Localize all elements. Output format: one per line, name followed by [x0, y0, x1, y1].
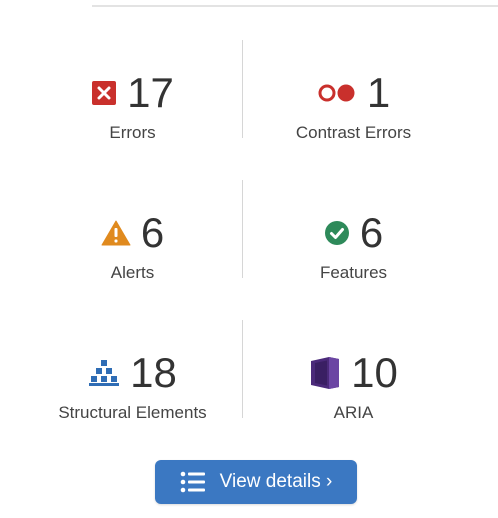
structure-row: 18	[88, 347, 177, 399]
summary-grid: 17 Errors 1 Contrast Errors 6 Alerts 6 F…	[22, 38, 464, 458]
summary-features[interactable]: 6 Features	[243, 178, 464, 318]
contrast-label: Contrast Errors	[295, 123, 412, 142]
alerts-label: Alerts	[110, 263, 155, 282]
aria-icon	[309, 356, 341, 390]
structure-label: Structural Elements	[58, 403, 207, 422]
summary-errors[interactable]: 17 Errors	[22, 38, 243, 178]
view-details-label: View details ›	[219, 471, 333, 492]
summary-contrast-errors[interactable]: 1 Contrast Errors	[243, 38, 464, 178]
features-label: Features	[319, 263, 388, 282]
error-icon	[91, 80, 117, 106]
summary-alerts[interactable]: 6 Alerts	[22, 178, 243, 318]
feature-icon	[324, 220, 350, 246]
aria-count: 10	[351, 349, 398, 396]
aria-row: 10	[309, 347, 398, 399]
top-divider	[92, 5, 498, 7]
structure-count: 18	[130, 349, 177, 396]
errors-count: 17	[127, 69, 174, 116]
structure-icon	[88, 359, 120, 387]
alerts-count: 6	[140, 209, 165, 256]
aria-label: ARIA	[333, 403, 374, 422]
summary-aria[interactable]: 10 ARIA	[243, 318, 464, 458]
contrast-count: 1	[366, 69, 391, 116]
alert-icon	[101, 220, 131, 246]
summary-structural-elements[interactable]: 18 Structural Elements	[22, 318, 243, 458]
alerts-row: 6	[101, 207, 164, 259]
contrast-row: 1	[317, 67, 390, 119]
contrast-icon	[317, 82, 357, 104]
errors-row: 17	[91, 67, 174, 119]
view-details-button[interactable]: View details ›	[155, 460, 357, 504]
features-row: 6	[324, 207, 383, 259]
list-icon	[180, 471, 206, 493]
errors-label: Errors	[109, 123, 156, 142]
features-count: 6	[359, 209, 384, 256]
